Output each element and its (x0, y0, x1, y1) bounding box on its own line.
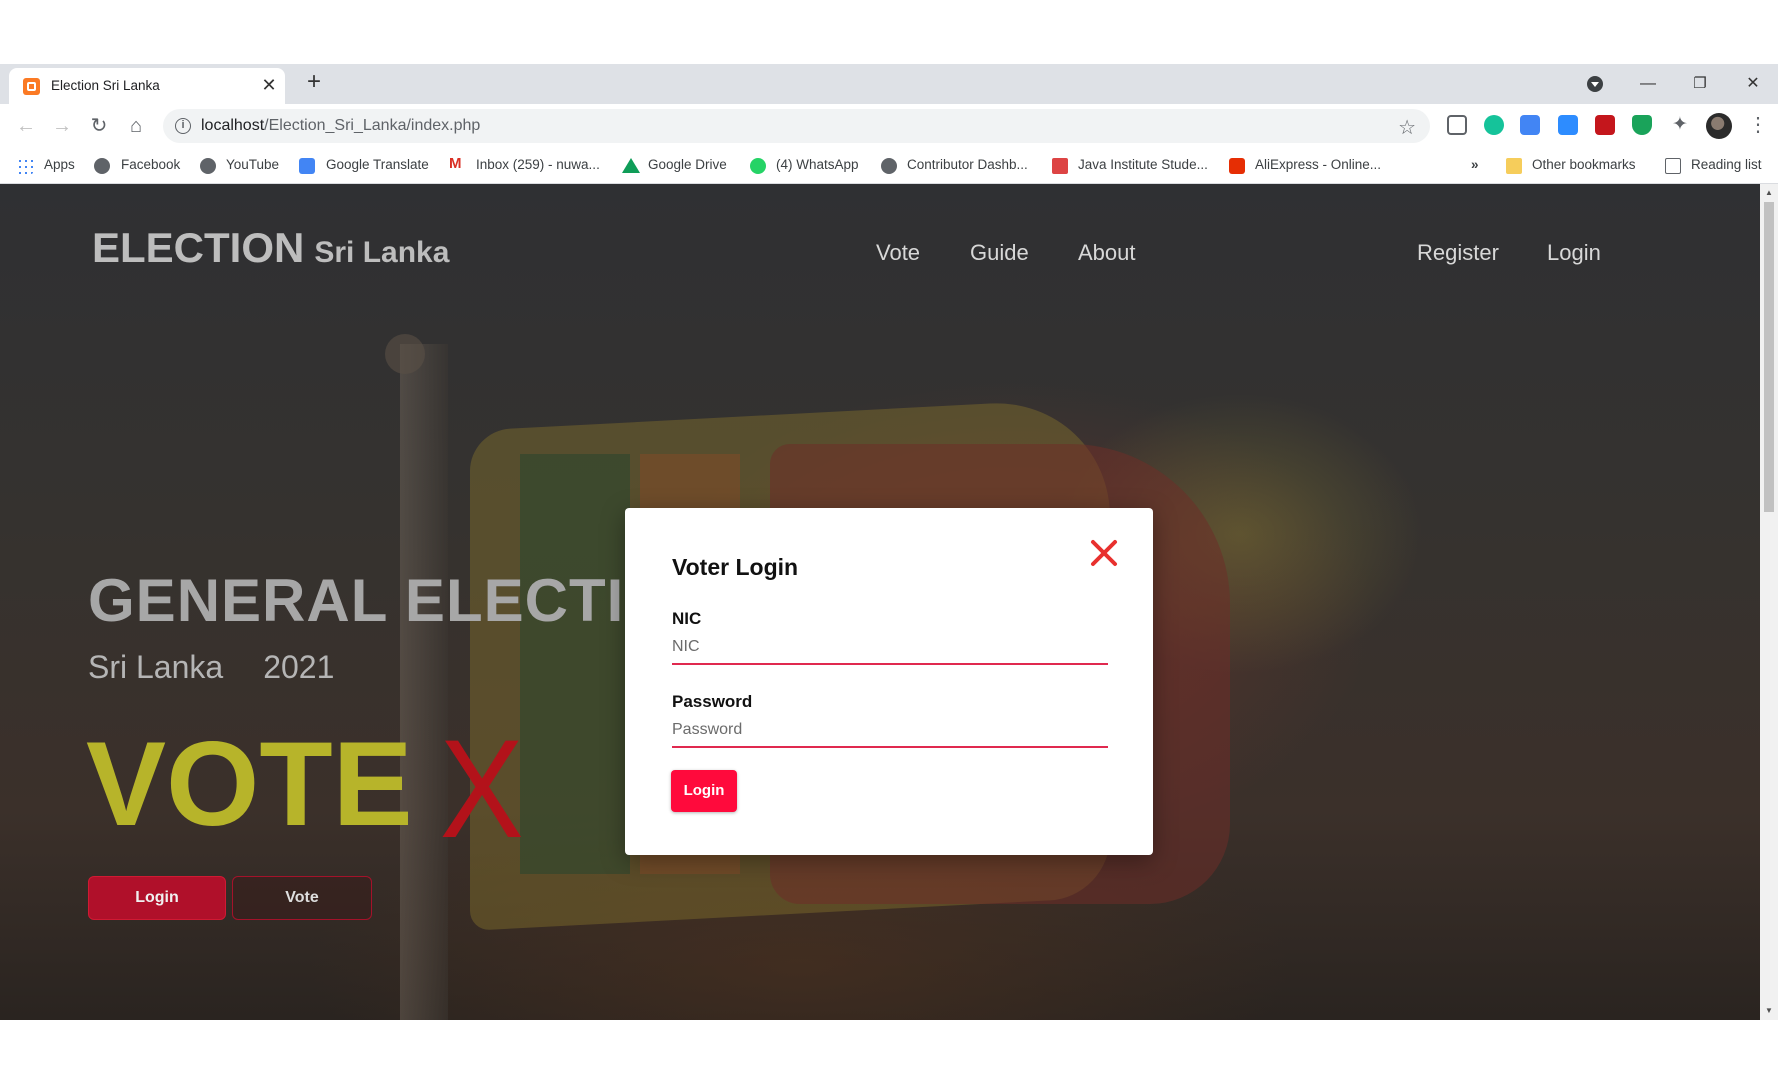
flag-pole (400, 344, 448, 1020)
bookmarks-bar: Apps Facebook YouTube Google Translate M… (0, 148, 1778, 184)
reader-extension-icon[interactable] (1447, 115, 1467, 135)
url-text: localhost/Election_Sri_Lanka/index.php (201, 117, 480, 135)
apps-grid-icon (17, 158, 33, 174)
google-drive-icon (622, 158, 640, 173)
reading-list[interactable]: Reading list (1691, 157, 1762, 172)
gmail-icon: M (449, 155, 462, 172)
address-bar[interactable]: i localhost/Election_Sri_Lanka/index.php… (163, 109, 1430, 143)
java-institute-icon (1052, 158, 1068, 174)
url-path: /Election_Sri_Lanka/index.php (264, 117, 481, 134)
flag-green-stripe (520, 454, 630, 874)
bookmark-google-drive[interactable]: Google Drive (648, 157, 727, 172)
bookmark-google-translate[interactable]: Google Translate (326, 157, 429, 172)
globe-icon (200, 158, 216, 174)
tab-search-icon[interactable] (1587, 76, 1603, 92)
password-label: Password (672, 692, 753, 711)
browser-toolbar: ← → ↻ ⌂ i localhost/Election_Sri_Lanka/i… (0, 104, 1778, 148)
password-input[interactable] (672, 714, 1108, 748)
hero-country: Sri Lanka (88, 649, 224, 685)
nav-link-register[interactable]: Register (1417, 240, 1499, 266)
hero-year: 2021 (263, 649, 335, 685)
aliexpress-icon (1229, 158, 1245, 174)
bookmarks-overflow-icon[interactable]: » (1471, 157, 1479, 172)
url-host: localhost (201, 117, 265, 134)
back-icon[interactable]: ← (14, 114, 38, 138)
screenshot-frame: Election Sri Lanka ✕ + — ❐ ✕ ← → ↻ ⌂ i l… (0, 0, 1778, 1085)
bookmark-inbox[interactable]: Inbox (259) - nuwa... (476, 157, 600, 172)
tab-bar: Election Sri Lanka ✕ + — ❐ ✕ (0, 64, 1778, 104)
bookmark-star-icon[interactable]: ☆ (1398, 115, 1416, 140)
hero-subtitle: Sri Lanka 2021 (88, 649, 334, 686)
scrollbar-thumb[interactable] (1764, 202, 1774, 512)
site-logo[interactable]: ELECTION Sri Lanka (92, 224, 449, 272)
scroll-down-icon[interactable]: ▼ (1764, 1006, 1774, 1015)
bookmark-aliexpress[interactable]: AliExpress - Online... (1255, 157, 1381, 172)
hero-title: GENERAL ELECTION (88, 567, 717, 634)
bookmark-contributor-dashboard[interactable]: Contributor Dashb... (907, 157, 1028, 172)
globe-icon (94, 158, 110, 174)
new-tab-icon[interactable]: + (302, 70, 326, 94)
grammarly-icon[interactable] (1484, 115, 1504, 135)
bookmark-youtube[interactable]: YouTube (226, 157, 279, 172)
nav-link-vote[interactable]: Vote (876, 240, 920, 266)
tab-title: Election Sri Lanka (51, 78, 160, 93)
bookmark-facebook[interactable]: Facebook (121, 157, 180, 172)
whatsapp-icon (750, 158, 766, 174)
reading-list-icon (1665, 158, 1681, 174)
google-translate-icon (299, 158, 315, 174)
brand-main: ELECTION (92, 224, 305, 271)
nav-link-login[interactable]: Login (1547, 240, 1601, 266)
close-window-icon[interactable]: ✕ (1741, 72, 1765, 96)
reload-icon[interactable]: ↻ (87, 114, 111, 138)
modal-title: Voter Login (672, 554, 799, 580)
nav-link-about[interactable]: About (1078, 240, 1136, 266)
voter-login-modal: Voter Login NIC Password Login (625, 508, 1153, 855)
flag-pole-top (385, 334, 425, 374)
brand-sub: Sri Lanka (314, 236, 450, 269)
profile-avatar[interactable] (1706, 113, 1732, 139)
nic-label: NIC (672, 609, 702, 628)
close-icon[interactable] (1087, 536, 1121, 570)
nic-input[interactable] (672, 631, 1108, 665)
globe-icon (881, 158, 897, 174)
page-viewport: ELECTION Sri Lanka Vote Guide About Regis… (0, 184, 1760, 1020)
vote-x-mark: X (439, 710, 524, 867)
zoom-extension-icon[interactable] (1558, 115, 1578, 135)
nav-link-guide[interactable]: Guide (970, 240, 1029, 266)
folder-icon (1506, 158, 1522, 174)
browser-menu-icon[interactable]: ⋮ (1748, 114, 1768, 136)
translate-extension-icon[interactable] (1520, 115, 1540, 135)
browser-chrome: Election Sri Lanka ✕ + — ❐ ✕ ← → ↻ ⌂ i l… (0, 64, 1778, 184)
forward-icon[interactable]: → (50, 114, 74, 138)
bookmark-apps[interactable]: Apps (44, 157, 75, 172)
extensions-puzzle-icon[interactable]: ✦ (1670, 115, 1690, 135)
restore-icon[interactable]: ❐ (1688, 72, 1712, 96)
browser-tab[interactable]: Election Sri Lanka ✕ (9, 68, 285, 104)
xampp-favicon-icon (23, 78, 40, 95)
close-tab-icon[interactable]: ✕ (259, 75, 279, 95)
scroll-up-icon[interactable]: ▲ (1764, 188, 1774, 197)
hero-login-button[interactable]: Login (88, 876, 226, 920)
modal-login-button[interactable]: Login (671, 770, 737, 812)
page-scrollbar[interactable]: ▲ ▼ (1760, 184, 1778, 1020)
shield-extension-icon[interactable] (1632, 115, 1652, 135)
bookmark-whatsapp[interactable]: (4) WhatsApp (776, 157, 859, 172)
pdf-extension-icon[interactable] (1595, 115, 1615, 135)
site-info-icon[interactable]: i (175, 118, 191, 134)
other-bookmarks[interactable]: Other bookmarks (1532, 157, 1636, 172)
hero-vote-button[interactable]: Vote (232, 876, 372, 920)
home-icon[interactable]: ⌂ (124, 114, 148, 138)
minimize-icon[interactable]: — (1636, 72, 1660, 96)
vote-heading: VOTE (86, 717, 413, 851)
bookmark-java-institute[interactable]: Java Institute Stude... (1078, 157, 1208, 172)
